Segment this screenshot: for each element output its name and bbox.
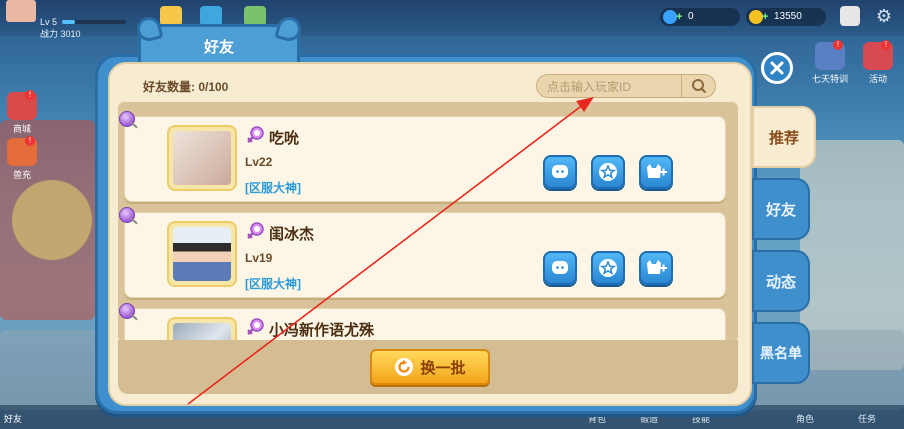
mail-icon[interactable] — [840, 6, 860, 26]
search-icon — [691, 79, 706, 94]
chat-icon — [552, 261, 568, 274]
player-power: 战力 3010 — [40, 29, 81, 39]
pin-icon — [119, 303, 135, 319]
friend-avatar[interactable] — [167, 221, 237, 287]
close-icon — [770, 61, 784, 75]
diamond-value: 0 — [688, 11, 694, 22]
seven-day-label: 七天特训 — [812, 74, 849, 84]
tab-blacklist[interactable]: 黑名单 — [752, 322, 810, 384]
pin-icon — [119, 207, 135, 223]
recharge-icon: ! — [7, 136, 37, 166]
friend-name: 小冯新作语尤殊 — [269, 322, 375, 339]
friend-server: [区服大神] — [245, 277, 301, 291]
tab-friends[interactable]: 好友 — [752, 178, 810, 240]
event-icon[interactable] — [160, 6, 182, 26]
refresh-button[interactable]: 换一批 — [370, 349, 490, 385]
add-friend-button[interactable] — [639, 251, 673, 285]
friend-card: 吃吮 Lv22 [区服大神] — [119, 111, 726, 202]
pin-icon — [119, 111, 135, 127]
gear-icon[interactable]: ⚙ — [874, 6, 894, 26]
friend-level: Lv22 — [245, 155, 273, 169]
friend-server: [区服大神] — [245, 181, 301, 195]
xp-bar — [62, 20, 126, 24]
star-icon — [599, 259, 617, 277]
refresh-icon — [395, 358, 414, 376]
recharge-label: 兽充 — [12, 170, 31, 180]
favorite-button[interactable] — [591, 155, 625, 189]
search-input[interactable] — [547, 78, 681, 95]
dialog-title: 好友 — [138, 24, 300, 64]
female-icon — [247, 126, 264, 143]
friend-count: 好友数量: 0/100 — [143, 80, 229, 94]
chat-button[interactable] — [543, 251, 577, 285]
favorite-button[interactable] — [591, 251, 625, 285]
friend-list[interactable]: 吃吮 Lv22 [区服大神] 闺冰杰 Lv19 [区服大神] 小冯新作语尤殊 — [118, 102, 738, 342]
friend-avatar[interactable] — [167, 125, 237, 191]
hammer-icon[interactable] — [200, 6, 222, 26]
activity-button[interactable]: ! 活动 — [860, 40, 896, 85]
avatar-image — [173, 131, 231, 185]
gold-value: 13550 — [774, 11, 802, 22]
chat-button[interactable] — [543, 155, 577, 189]
diamond-icon — [663, 10, 677, 24]
coin-icon — [749, 10, 763, 24]
friend-card: 闺冰杰 Lv19 [区服大神] — [119, 207, 726, 298]
tab-recommend[interactable]: 推荐 — [752, 106, 816, 168]
trophy-icon: ! — [815, 40, 845, 70]
shop-icon: ! — [7, 90, 37, 120]
friend-name: 吃吮 — [269, 130, 300, 147]
tab-feed[interactable]: 动态 — [752, 250, 810, 312]
add-friend-icon — [647, 164, 667, 178]
star-icon — [599, 163, 617, 181]
nav-item[interactable]: 角色 — [796, 412, 814, 425]
recharge-button[interactable]: ! 兽充 — [4, 136, 40, 181]
chat-icon — [552, 165, 568, 178]
map-icon[interactable] — [244, 6, 266, 26]
nav-item[interactable]: 任务 — [858, 412, 876, 425]
top-bar: Lv 5 战力 3010 + 0 + 13550 ⚙ — [0, 0, 904, 39]
player-avatar[interactable] — [6, 0, 36, 22]
add-friend-button[interactable] — [639, 155, 673, 189]
shop-label: 商城 — [12, 124, 31, 134]
shop-button[interactable]: ! 商城 — [4, 90, 40, 135]
close-button[interactable] — [761, 52, 793, 84]
calendar-icon: ! — [863, 40, 893, 70]
refresh-label: 换一批 — [420, 359, 466, 377]
search-button[interactable] — [681, 74, 715, 98]
female-icon — [247, 318, 264, 335]
friend-avatar[interactable] — [167, 317, 237, 342]
friend-name: 闺冰杰 — [269, 226, 315, 243]
friend-card: 小冯新作语尤殊 — [119, 303, 726, 342]
activity-label: 活动 — [868, 74, 887, 84]
seven-day-button[interactable]: ! 七天特训 — [812, 40, 849, 85]
player-search — [536, 74, 716, 98]
diamond-counter[interactable]: + 0 — [660, 8, 740, 26]
nav-friends[interactable]: 好友 — [4, 412, 22, 425]
friend-level: Lv19 — [245, 251, 273, 265]
gold-counter[interactable]: + 13550 — [746, 8, 826, 26]
avatar-image — [173, 227, 231, 281]
female-icon — [247, 222, 264, 239]
tent-decoration — [12, 180, 92, 260]
add-friend-icon — [647, 260, 667, 274]
